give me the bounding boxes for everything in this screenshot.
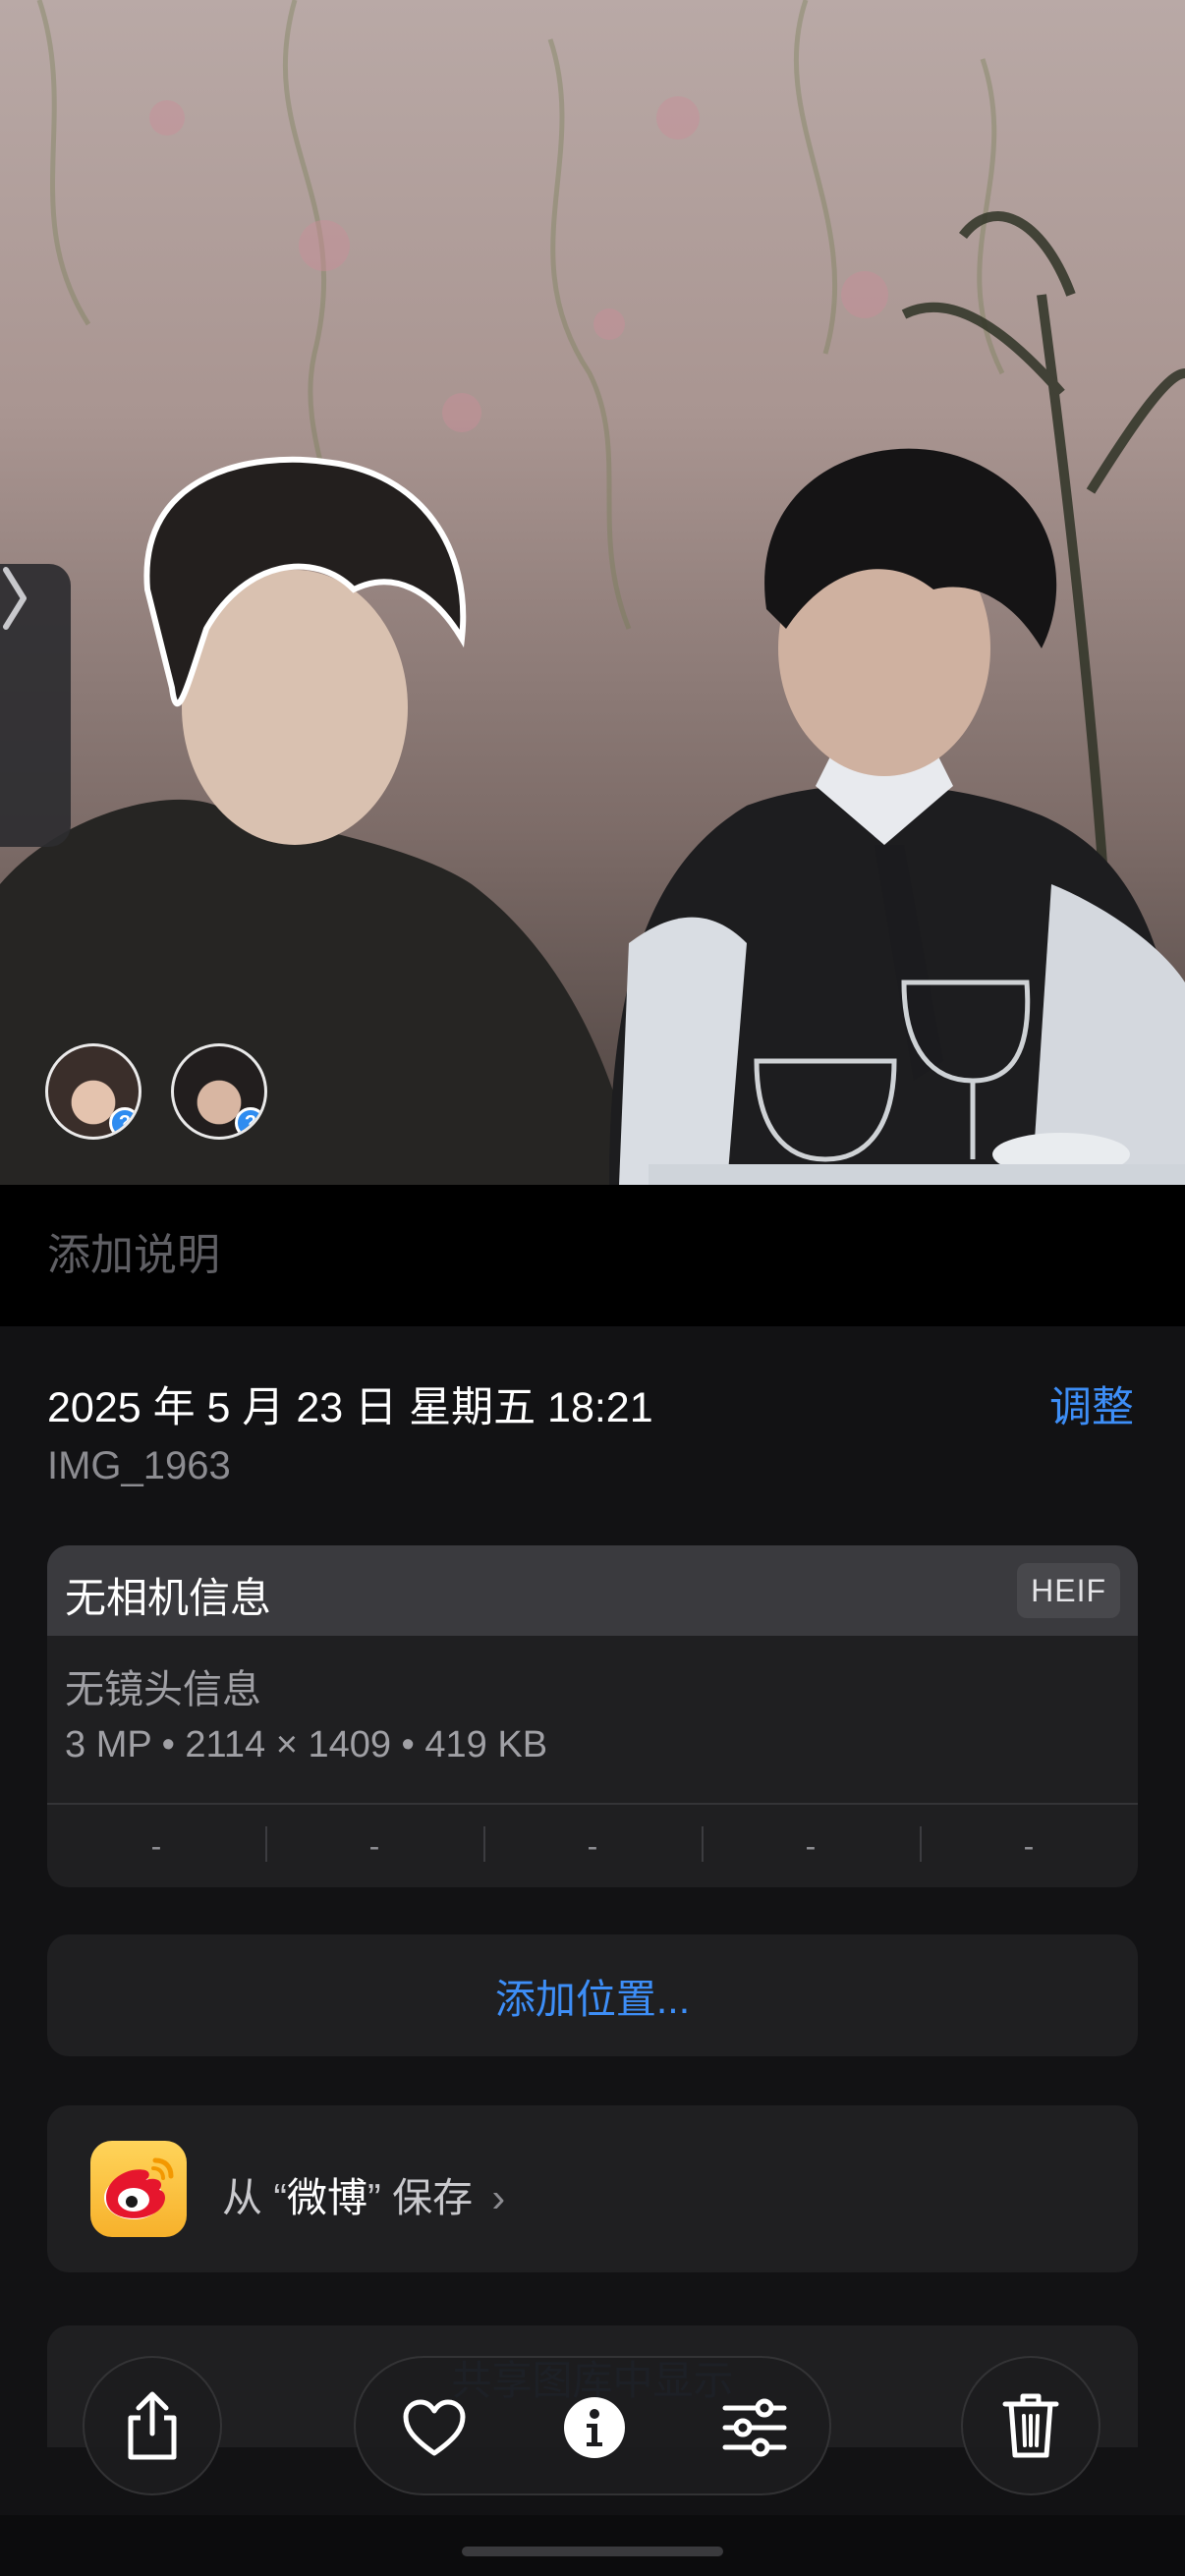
share-button[interactable] bbox=[83, 2356, 222, 2495]
photo-filename: IMG_1963 bbox=[47, 1444, 231, 1487]
delete-button[interactable] bbox=[961, 2356, 1100, 2495]
photo-image bbox=[0, 0, 1185, 1185]
unknown-person-badge: ? bbox=[109, 1107, 139, 1137]
format-badge: HEIF bbox=[1017, 1563, 1120, 1618]
source-prefix: 从 “ bbox=[222, 2175, 288, 2220]
source-app-label: 从 “微博” 保存 › bbox=[222, 2164, 505, 2223]
camera-title: 无相机信息 bbox=[65, 1575, 272, 1621]
sliders-icon bbox=[722, 2398, 787, 2457]
weibo-app-icon bbox=[90, 2141, 187, 2237]
exif-aperture: - bbox=[702, 1805, 920, 1887]
photo-view[interactable]: ? ? bbox=[0, 0, 1185, 1185]
home-indicator-area bbox=[0, 2515, 1185, 2576]
face-chip-1[interactable]: ? bbox=[45, 1043, 147, 1146]
favorite-button[interactable] bbox=[375, 2358, 493, 2497]
side-panel-handle[interactable] bbox=[0, 564, 71, 847]
adjust-button[interactable]: 调整 bbox=[1049, 1373, 1134, 1434]
info-icon bbox=[564, 2397, 625, 2458]
camera-info-card: 无相机信息 HEIF 无镜头信息 3 MP • 2114 × 1409 • 41… bbox=[47, 1545, 1138, 1887]
add-location-button[interactable]: 添加位置... bbox=[47, 1934, 1138, 2056]
exif-shutter: - bbox=[920, 1805, 1138, 1887]
caption-input[interactable] bbox=[47, 1226, 1128, 1285]
photo-datetime: 2025 年 5 月 23 日 星期五 18:21 bbox=[47, 1384, 653, 1431]
share-icon bbox=[128, 2391, 177, 2460]
exif-iso: - bbox=[150, 1827, 162, 1864]
avatar: ? bbox=[171, 1043, 267, 1140]
avatar: ? bbox=[45, 1043, 141, 1140]
photo-actions-group bbox=[354, 2356, 831, 2495]
info-button[interactable] bbox=[536, 2358, 653, 2497]
home-indicator[interactable] bbox=[462, 2547, 723, 2556]
exif-ev: - bbox=[483, 1805, 702, 1887]
exif-focal-length: - bbox=[265, 1805, 483, 1887]
source-app-row[interactable]: 从 “微博” 保存 › bbox=[47, 2105, 1138, 2272]
image-specs: 3 MP • 2114 × 1409 • 419 KB bbox=[65, 1724, 548, 1765]
caption-bar bbox=[0, 1185, 1185, 1326]
source-app-name: 微博 bbox=[287, 2175, 368, 2220]
exif-row: - - - - - bbox=[47, 1805, 1138, 1887]
edit-button[interactable] bbox=[696, 2358, 814, 2497]
camera-info-header: 无相机信息 HEIF bbox=[47, 1545, 1138, 1636]
unknown-person-badge: ? bbox=[235, 1107, 264, 1137]
source-suffix: ” 保存 bbox=[367, 2175, 474, 2220]
chevron-right-icon: › bbox=[491, 2175, 506, 2220]
chevron-right-icon bbox=[3, 567, 27, 630]
trash-icon bbox=[1002, 2393, 1059, 2458]
heart-icon bbox=[403, 2399, 466, 2456]
face-chip-2[interactable]: ? bbox=[171, 1043, 273, 1146]
lens-info: 无镜头信息 bbox=[65, 1668, 261, 1711]
